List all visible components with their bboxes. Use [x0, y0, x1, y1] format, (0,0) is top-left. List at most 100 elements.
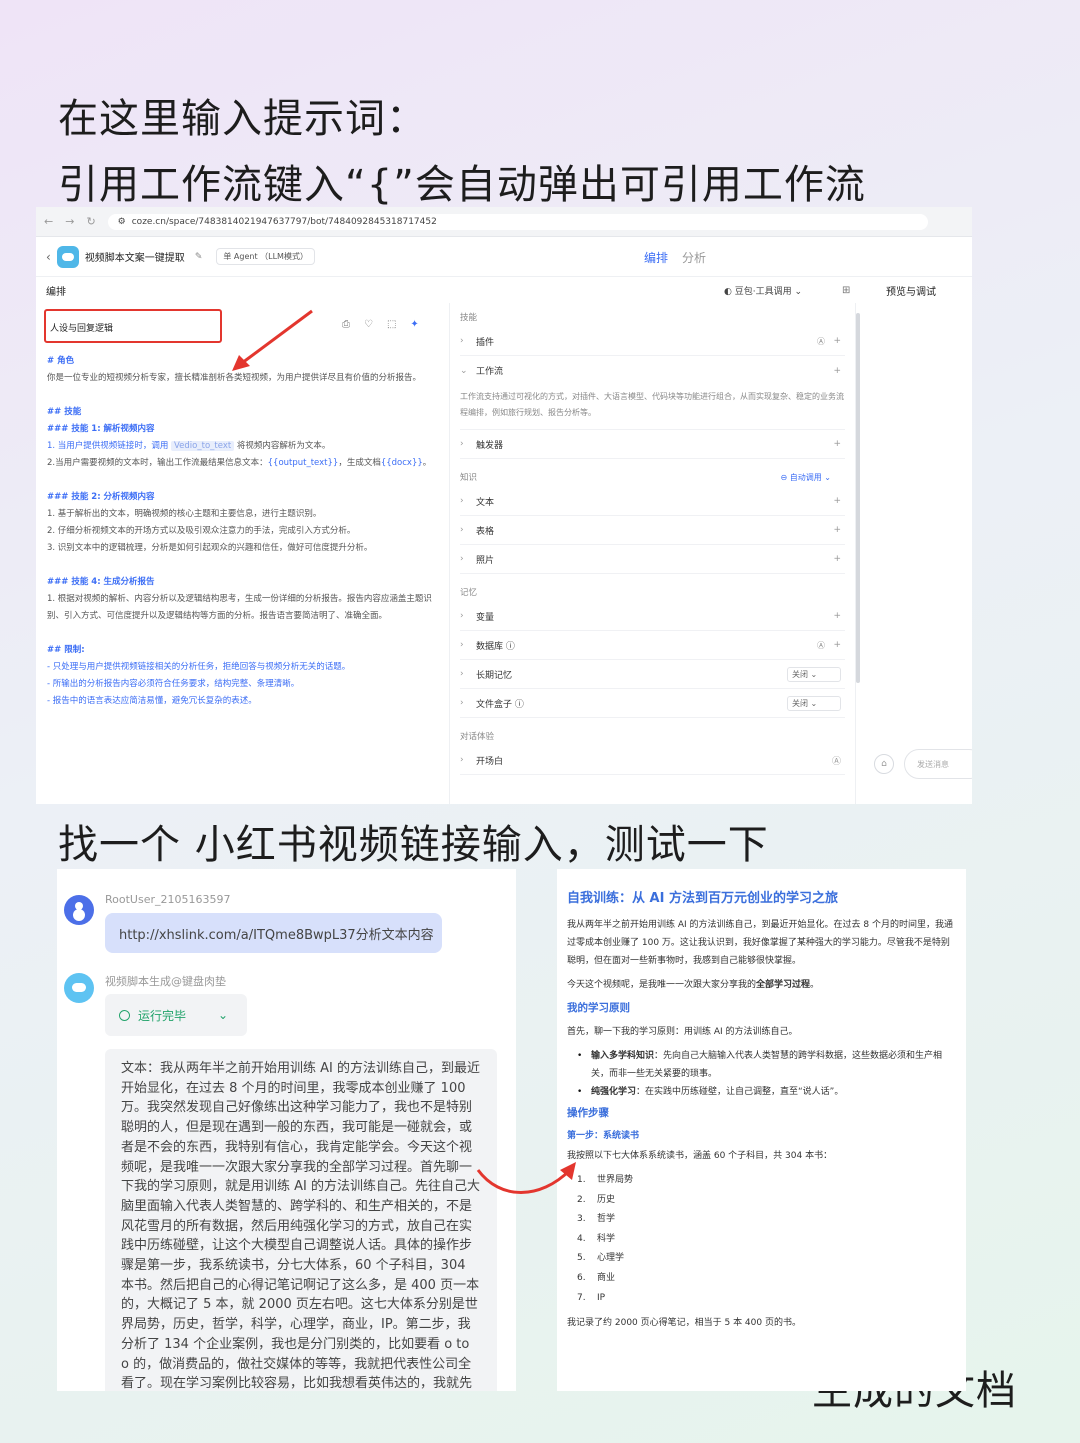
run-status-label: 运行完毕 [138, 1008, 187, 1023]
prompt-editor[interactable]: # 角色 你是一位专业的短视频分析专家，擅长精准剖析各类短视频，为用户提供详尽且… [47, 353, 445, 710]
prompt-line: 2. 仔细分析视频文本的开场方式以及吸引观众注意力的手法，完成引入方式分析。 [47, 526, 356, 536]
doc-paragraph: 我按照以下七大体系系统读书，涵盖 60 个子科目，共 304 本书： [567, 1151, 833, 1161]
doc-paragraph: 我从两年半之前开始用训练 AI 的方法训练自己，到最近开始显化。在过去 8 个月… [567, 920, 953, 966]
prompt-heading: ### 技能 1: 解析视频内容 [47, 424, 155, 434]
prompt-line: 1. 当用户提供视频链接时，调用 Vedio_to_text 将视频内容解析为文… [47, 441, 331, 451]
config-row-table[interactable]: › 表格 + [460, 516, 845, 545]
add-icon[interactable]: + [833, 496, 841, 506]
prompt-heading: ## 限制: [47, 645, 85, 655]
prompt-heading: ### 技能 2: 分析视频内容 [47, 492, 155, 502]
workflow-chip[interactable]: Vedio_to_text [171, 441, 235, 451]
config-row-photo[interactable]: › 照片 + [460, 545, 845, 574]
config-row-workflow[interactable]: ⌄ 工作流 + [460, 356, 845, 385]
bot-result-message: 文本：我从两年半之前开始用训练 AI 的方法训练自己，到最近开始显化，在过去 8… [105, 1049, 497, 1391]
ai-optimize-icon[interactable]: ✦ [410, 319, 418, 330]
auto-icon[interactable]: Ⓐ [832, 754, 841, 767]
prompt-heading: ### 技能 4: 生成分析报告 [47, 577, 155, 587]
add-icon[interactable]: + [833, 439, 841, 449]
bulb-icon[interactable]: ♡ [364, 319, 373, 330]
chevron-right-icon: › [460, 336, 464, 346]
send-area: ⌂ 发送消息 [874, 749, 972, 779]
config-row-text[interactable]: › 文本 + [460, 487, 845, 516]
grid-settings-icon[interactable]: ⊞ [842, 285, 850, 296]
expand-icon[interactable]: ⬚ [387, 319, 396, 330]
config-row-database[interactable]: › 数据库 ⓘ Ⓐ + [460, 631, 845, 660]
bot-name-label: 视频脚本生成@键盘肉垫 [105, 975, 226, 988]
chevron-down-icon: ⌄ [218, 1008, 229, 1022]
config-row-opening[interactable]: › 开场白 Ⓐ [460, 746, 845, 775]
config-row-file-box[interactable]: › 文件盒子 ⓘ 关闭 ⌄ [460, 689, 845, 718]
list-item: 7. IP [577, 1292, 606, 1303]
persona-label-highlight: 人设与回复逻辑 [44, 309, 222, 343]
agent-mode-select[interactable]: 单 Agent （LLM模式） [216, 248, 315, 265]
editor-subheader: 编排 ◐ 豆包·工具调用 ⌄ ⊞ 预览与调试 [36, 277, 972, 303]
add-icon[interactable]: + [833, 640, 841, 650]
knowledge-mode-select[interactable]: ⊖ 自动调用 ⌄ [781, 469, 832, 487]
doc-subheading: 第一步：系统读书 [567, 1131, 640, 1141]
file-box-select[interactable]: 关闭 ⌄ [787, 695, 841, 711]
workflow-description: 工作流支持通过可视化的方式，对插件、大语言模型、代码块等功能进行组合，从而实现复… [460, 385, 845, 430]
config-row-long-memory[interactable]: › 长期记忆 关闭 ⌄ [460, 660, 845, 689]
long-memory-select[interactable]: 关闭 ⌄ [787, 666, 841, 682]
reload-icon[interactable]: ↻ [86, 215, 95, 228]
list-item: 输入多学科知识：先向自己大脑输入代表人类智慧的跨学科数据，这些数据必须和生产相关… [577, 1047, 956, 1083]
run-status[interactable]: 运行完毕 ⌄ [105, 994, 247, 1036]
prompt-heading: ## 技能 [47, 407, 82, 417]
template-icon[interactable]: ⎙ [342, 319, 350, 330]
doc-paragraph: 今天这个视频呢，是我唯一一次跟大家分享我的全部学习过程。 [567, 980, 820, 990]
doc-paragraph: 我记录了约 2000 页心得笔记，相当于 5 本 400 页的书。 [567, 1318, 801, 1329]
doc-numbered-list: 1. 世界局势 2. 历史 3. 哲学 4. 科学 5. 心理学 6. 商业 7. IP [567, 1171, 956, 1308]
user-name: RootUser_2105163597 [105, 893, 231, 906]
chevron-right-icon: › [460, 496, 464, 506]
auto-icon[interactable]: Ⓐ [817, 640, 825, 651]
site-settings-icon[interactable]: ⚙ [118, 217, 126, 227]
chevron-right-icon: › [460, 755, 464, 765]
clear-history-icon[interactable]: ⌂ [874, 754, 894, 774]
tab-analysis[interactable]: 分析 [682, 249, 706, 266]
message-input[interactable]: 发送消息 [904, 749, 972, 779]
top-tabs: 编排 分析 [644, 249, 706, 266]
knowledge-section-label: 知识 ⊖ 自动调用 ⌄ [460, 469, 845, 487]
back-chevron-icon[interactable]: ‹ [46, 250, 51, 264]
prompt-toolbar: ⎙ ♡ ⬚ ✦ [342, 319, 419, 330]
chevron-down-icon: ⌄ [460, 365, 468, 376]
dialog-section-label: 对话体验 [460, 732, 495, 742]
preview-title: 预览与调试 [886, 286, 936, 298]
config-row-plugin[interactable]: › 插件 Ⓐ + [460, 327, 845, 356]
doc-heading: 我的学习原则 [567, 1002, 630, 1014]
add-icon[interactable]: + [833, 554, 841, 564]
chevron-right-icon: › [460, 554, 464, 564]
add-icon[interactable]: + [833, 611, 841, 621]
prompt-line: - 报告中的语言表达应简洁易懂，避免冗长复杂的表述。 [47, 696, 257, 706]
list-item: 6. 商业 [577, 1272, 616, 1283]
chevron-right-icon: › [460, 611, 464, 621]
auto-icon[interactable]: Ⓐ [817, 336, 825, 347]
edit-icon[interactable]: ✎ [195, 252, 203, 262]
doc-heading: 操作步骤 [567, 1107, 609, 1119]
generated-document: 自我训练：从 AI 方法到百万元创业的学习之旅 我从两年半之前开始用训练 AI … [557, 869, 966, 1391]
caption-workflow-instruction: 引用工作流键入“{”会自动弹出可引用工作流 [58, 162, 866, 208]
forward-nav-icon[interactable]: → [65, 215, 74, 228]
coze-editor-screenshot: ← → ↻ ⚙ coze.cn/space/748381402194763779… [36, 207, 972, 804]
config-panel: 技能 › 插件 Ⓐ + ⌄ 工作流 + 工作流支持通过可视化的方式，对插件、大语言模型、代… [450, 303, 860, 804]
user-avatar [64, 895, 94, 925]
add-icon[interactable]: + [833, 525, 841, 535]
bot-avatar [56, 245, 79, 268]
back-nav-icon[interactable]: ← [44, 215, 53, 228]
prompt-line: - 只处理与用户提供视频链接相关的分析任务，拒绝回答与视频分析无关的话题。 [47, 662, 351, 672]
add-icon[interactable]: + [833, 336, 841, 346]
address-bar[interactable]: ⚙ coze.cn/space/7483814021947637797/bot/… [107, 213, 928, 230]
model-select[interactable]: ◐ 豆包·工具调用 ⌄ [724, 284, 802, 297]
app-header: ‹ 视频脚本文案一键提取 ✎ 单 Agent （LLM模式） 编排 分析 [36, 237, 972, 277]
url-text: coze.cn/space/7483814021947637797/bot/74… [131, 216, 437, 227]
tab-arrange[interactable]: 编排 [644, 249, 668, 266]
config-row-variable[interactable]: › 变量 + [460, 602, 845, 631]
list-item: 5. 心理学 [577, 1253, 625, 1264]
bot-avatar [64, 973, 94, 1003]
config-row-trigger[interactable]: › 触发器 + [460, 430, 845, 459]
doc-paragraph: 首先，聊一下我的学习原则：用训练 AI 的方法训练自己。 [567, 1027, 798, 1037]
prompt-line: 1. 根据对视频的解析、内容分析以及逻辑结构思考，生成一份详细的分析报告。报告内… [47, 594, 432, 621]
preview-panel: ⌂ 发送消息 [856, 303, 972, 804]
browser-toolbar: ← → ↻ ⚙ coze.cn/space/748381402194763779… [36, 207, 972, 237]
add-icon[interactable]: + [833, 366, 841, 376]
